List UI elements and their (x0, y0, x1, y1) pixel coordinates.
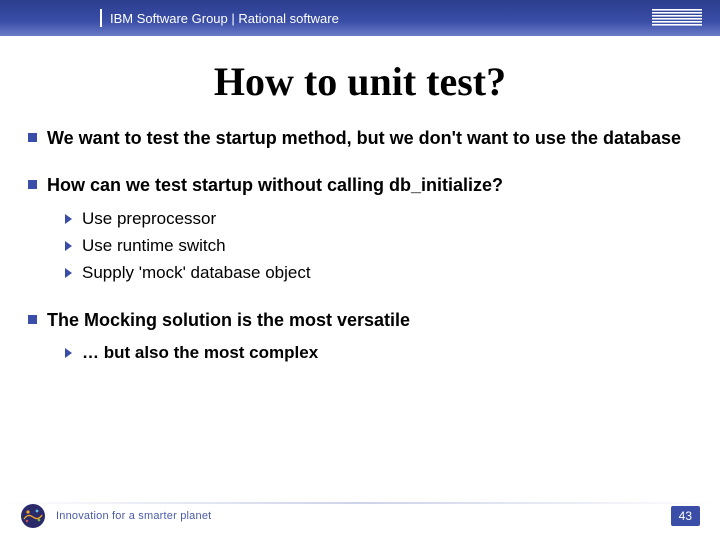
header-inner: IBM Software Group | Rational software (0, 0, 720, 36)
header-title: IBM Software Group | Rational software (110, 11, 339, 26)
bullet-item: We want to test the startup method, but … (28, 127, 692, 150)
sub-bullet-text: Use preprocessor (82, 208, 216, 231)
chevron-right-icon (64, 212, 74, 230)
sub-bullet-item: Use preprocessor (64, 208, 692, 231)
header-divider (100, 9, 102, 27)
sub-bullet-item: Supply 'mock' database object (64, 262, 692, 285)
bullet-text: The Mocking solution is the most versati… (47, 309, 410, 332)
slide: IBM Software Group | Rational software H… (0, 0, 720, 540)
sub-bullet-text: Use runtime switch (82, 235, 226, 258)
chevron-right-icon (64, 346, 74, 364)
bullet-text: How can we test startup without calling … (47, 174, 503, 197)
footer: Innovation for a smarter planet 43 (0, 498, 720, 540)
bullet-item: How can we test startup without calling … (28, 174, 692, 197)
header-title-wrap: IBM Software Group | Rational software (0, 9, 339, 27)
square-bullet-icon (28, 133, 37, 142)
header-bar: IBM Software Group | Rational software (0, 0, 720, 36)
sub-bullet-text: Supply 'mock' database object (82, 262, 311, 285)
sub-bullet-item: … but also the most complex (64, 342, 692, 365)
sub-bullet-item: Use runtime switch (64, 235, 692, 258)
chevron-right-icon (64, 266, 74, 284)
bullet-text: We want to test the startup method, but … (47, 127, 681, 150)
globe-icon (20, 503, 46, 529)
content-area: We want to test the startup method, but … (0, 127, 720, 365)
sub-bullet-text: … but also the most complex (82, 342, 318, 365)
page-number: 43 (671, 506, 700, 526)
slide-title: How to unit test? (0, 58, 720, 105)
square-bullet-icon (28, 315, 37, 324)
chevron-right-icon (64, 239, 74, 257)
ibm-logo-icon (652, 9, 702, 27)
square-bullet-icon (28, 180, 37, 189)
bullet-item: The Mocking solution is the most versati… (28, 309, 692, 332)
footer-tagline: Innovation for a smarter planet (56, 510, 211, 522)
